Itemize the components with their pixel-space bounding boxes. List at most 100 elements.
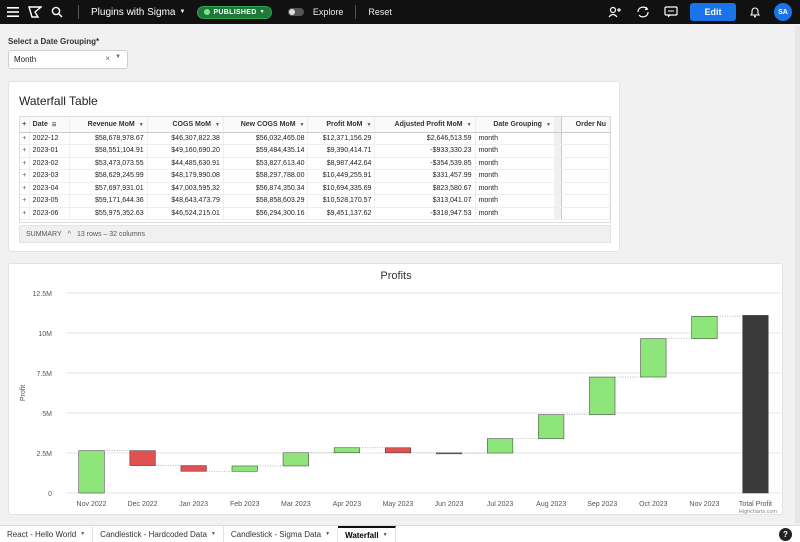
table-cell[interactable]: month: [475, 169, 555, 183]
column-header-cogs-mom[interactable]: COGS MoM ▼: [147, 117, 224, 133]
table-cell[interactable]: $8,987,442.64: [307, 157, 376, 170]
table-cell[interactable]: month: [475, 157, 555, 170]
table-cell[interactable]: $9,451,137.62: [307, 207, 376, 220]
table-cell[interactable]: $48,643,473.79: [147, 194, 224, 208]
expand-row-icon[interactable]: +: [20, 207, 30, 220]
table-cell[interactable]: 2023-02: [29, 157, 71, 170]
table-cell[interactable]: month: [475, 207, 555, 220]
table-row[interactable]: +2023-05 $59,171,644.36 $48,643,473.79 $58,…: [20, 194, 610, 208]
table-cell[interactable]: month: [475, 182, 555, 195]
page-tab[interactable]: Candlestick - Hardcoded Data ▼: [93, 526, 224, 542]
summary-bar[interactable]: SUMMARY ^ 13 rows – 32 columns: [19, 225, 611, 243]
document-title[interactable]: Plugins with Sigma ▼: [91, 7, 185, 18]
table-cell[interactable]: $59,484,435.14: [223, 144, 309, 158]
help-button[interactable]: ?: [779, 528, 792, 541]
expand-row-icon[interactable]: +: [20, 169, 30, 183]
column-header-profit-mom[interactable]: Profit MoM ▼: [307, 117, 376, 133]
table-row[interactable]: +2022-12 $58,678,978.67 $46,307,822.38 $56,…: [20, 132, 610, 145]
expand-row-icon[interactable]: +: [20, 144, 30, 158]
clear-icon[interactable]: ×: [105, 54, 110, 63]
published-status-badge[interactable]: PUBLISHED ▼: [197, 5, 272, 19]
expand-row-icon[interactable]: +: [20, 132, 30, 145]
table-cell[interactable]: [561, 194, 610, 208]
table-cell[interactable]: $9,390,414.71: [307, 144, 376, 158]
table-row[interactable]: +2023-01 $58,551,104.91 $49,160,690.20 $59,…: [20, 144, 610, 158]
table-cell[interactable]: $313,041.07: [374, 194, 476, 208]
table-cell[interactable]: 2023-05: [29, 194, 71, 208]
add-user-icon[interactable]: [606, 3, 624, 21]
table-cell[interactable]: [561, 132, 610, 145]
table-cell[interactable]: $58,297,788.00: [223, 169, 309, 183]
page-tab[interactable]: Waterfall ▼: [338, 526, 396, 542]
expand-row-icon[interactable]: +: [20, 182, 30, 195]
expand-all-icon[interactable]: +: [20, 117, 30, 133]
table-cell[interactable]: $58,629,245.99: [69, 169, 148, 183]
table-cell[interactable]: $49,160,690.20: [147, 144, 224, 158]
table-cell[interactable]: $46,307,822.38: [147, 132, 224, 145]
table-cell[interactable]: -$933,330.23: [374, 144, 476, 158]
table-cell[interactable]: [561, 182, 610, 195]
table-cell[interactable]: [561, 157, 610, 170]
column-header-revenue-mom[interactable]: Revenue MoM ▼: [69, 117, 148, 133]
table-cell[interactable]: $47,003,595.32: [147, 182, 224, 195]
chevron-down-icon[interactable]: ▼: [325, 531, 330, 537]
avatar[interactable]: SA: [774, 3, 792, 21]
column-header-new-cogs-mom[interactable]: New COGS MoM ▼: [223, 117, 309, 133]
table-cell[interactable]: month: [475, 132, 555, 145]
search-icon[interactable]: [48, 3, 66, 21]
table-cell[interactable]: $10,449,255.91: [307, 169, 376, 183]
table-cell[interactable]: $46,524,215.01: [147, 207, 224, 220]
table-cell[interactable]: $53,473,073.55: [69, 157, 148, 170]
table-cell[interactable]: $56,032,465.08: [223, 132, 309, 145]
table-cell[interactable]: $44,485,630.91: [147, 157, 224, 170]
table-cell[interactable]: $58,678,978.67: [69, 132, 148, 145]
chevron-down-icon[interactable]: ▼: [80, 531, 85, 537]
chevron-up-icon[interactable]: ^: [68, 231, 71, 238]
table-cell[interactable]: $53,827,613.40: [223, 157, 309, 170]
table-cell[interactable]: [561, 144, 610, 158]
table-cell[interactable]: $823,580.67: [374, 182, 476, 195]
table-cell[interactable]: -$354,539.85: [374, 157, 476, 170]
table-cell[interactable]: $48,179,990.08: [147, 169, 224, 183]
table-cell[interactable]: $12,371,156.29: [307, 132, 376, 145]
table-cell[interactable]: 2023-04: [29, 182, 71, 195]
table-cell[interactable]: $57,697,931.01: [69, 182, 148, 195]
sigma-logo-icon[interactable]: [26, 3, 44, 21]
table-cell[interactable]: month: [475, 144, 555, 158]
table-row[interactable]: +2023-03 $58,629,245.99 $48,179,990.08 $58,…: [20, 169, 610, 183]
chevron-down-icon[interactable]: ▼: [211, 531, 216, 537]
table-cell[interactable]: $58,858,603.29: [223, 194, 309, 208]
column-header-date-grouping[interactable]: Date Grouping ▼: [475, 117, 555, 133]
table-cell[interactable]: $2,646,513.59: [374, 132, 476, 145]
table-cell[interactable]: $56,294,300.16: [223, 207, 309, 220]
page-tab[interactable]: Candlestick - Sigma Data ▼: [224, 526, 339, 542]
comment-icon[interactable]: [662, 3, 680, 21]
table-cell[interactable]: 2023-06: [29, 207, 71, 220]
explore-toggle[interactable]: [287, 8, 304, 16]
chevron-down-icon[interactable]: ▼: [383, 532, 388, 538]
table-cell[interactable]: 2022-12: [29, 132, 71, 145]
table-cell[interactable]: $55,975,352.63: [69, 207, 148, 220]
table-cell[interactable]: $10,528,170.57: [307, 194, 376, 208]
reset-button[interactable]: Reset: [368, 7, 392, 17]
table-cell[interactable]: $59,171,644.36: [69, 194, 148, 208]
column-header-adjusted-profit-mom[interactable]: Adjusted Profit MoM ▼: [374, 117, 476, 133]
expand-row-icon[interactable]: +: [20, 157, 30, 170]
menu-icon[interactable]: [4, 3, 22, 21]
bell-icon[interactable]: [746, 3, 764, 21]
page-tab[interactable]: React - Hello World ▼: [0, 526, 94, 542]
date-grouping-select[interactable]: Month × ▼: [8, 50, 128, 69]
explore-label[interactable]: Explore: [313, 7, 344, 17]
refresh-icon[interactable]: [634, 3, 652, 21]
table-row[interactable]: +2023-02 $53,473,073.55 $44,485,630.91 $53,…: [20, 157, 610, 170]
table-row[interactable]: +2023-06 $55,975,352.63 $46,524,215.01 $56,…: [20, 207, 610, 220]
table-cell[interactable]: -$318,947.53: [374, 207, 476, 220]
table-cell[interactable]: month: [475, 194, 555, 208]
table-cell[interactable]: $56,874,350.34: [223, 182, 309, 195]
table-cell[interactable]: [561, 169, 610, 183]
table-cell[interactable]: $331,457.99: [374, 169, 476, 183]
table-cell[interactable]: $58,551,104.91: [69, 144, 148, 158]
table-cell[interactable]: 2023-01: [29, 144, 71, 158]
table-cell[interactable]: 2023-03: [29, 169, 71, 183]
expand-row-icon[interactable]: +: [20, 194, 30, 208]
